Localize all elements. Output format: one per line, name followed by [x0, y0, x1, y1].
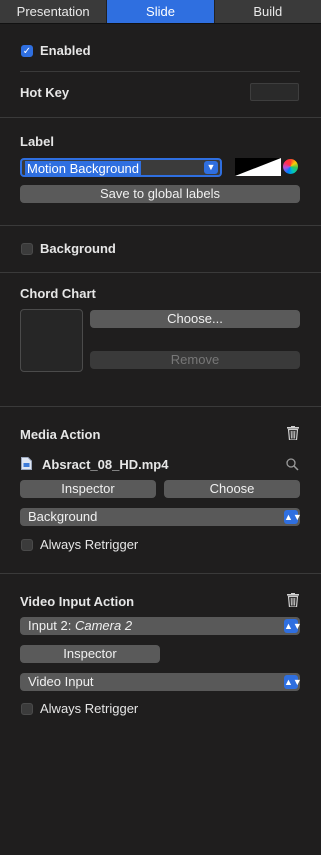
background-label: Background	[40, 241, 116, 256]
video-input-select[interactable]: Input 2: Camera 2 ▲▼	[20, 617, 302, 635]
tab-bar: Presentation Slide Build	[0, 0, 321, 24]
divider	[0, 406, 321, 407]
video-layer-select[interactable]: Video Input ▲▼	[20, 673, 302, 691]
enabled-label: Enabled	[40, 43, 91, 58]
divider	[0, 225, 321, 226]
color-swatch-icon	[235, 158, 281, 176]
media-file-name: Absract_08_HD.mp4	[42, 457, 169, 472]
divider	[0, 117, 321, 118]
chord-chart-choose-button[interactable]: Choose...	[90, 310, 300, 328]
media-always-retrigger-label: Always Retrigger	[40, 537, 139, 552]
chord-chart-title: Chord Chart	[20, 286, 96, 301]
label-combo-input[interactable]: Motion Background ▼	[20, 158, 222, 177]
media-layer-value: Background	[28, 509, 98, 524]
chord-chart-preview	[20, 309, 83, 372]
video-always-retrigger-label: Always Retrigger	[40, 701, 139, 716]
media-layer-select[interactable]: Background ▲▼	[20, 508, 302, 526]
media-always-retrigger-checkbox[interactable]	[21, 539, 33, 551]
updown-chevron-icon: ▲▼	[284, 675, 302, 689]
video-input-prefix: Input 2:	[28, 618, 75, 633]
trash-icon[interactable]	[287, 426, 299, 440]
divider	[0, 573, 321, 574]
label-input-value[interactable]: Motion Background	[25, 161, 142, 176]
document-icon	[21, 457, 32, 470]
tab-slide[interactable]: Slide	[107, 0, 215, 23]
updown-chevron-icon: ▲▼	[284, 619, 302, 633]
video-always-retrigger-checkbox[interactable]	[21, 703, 33, 715]
hotkey-label: Hot Key	[20, 85, 70, 100]
background-checkbox[interactable]	[21, 243, 33, 255]
label-section-title: Label	[20, 134, 54, 149]
video-input-action-title: Video Input Action	[20, 594, 135, 609]
updown-chevron-icon: ▲▼	[284, 510, 302, 524]
label-color-well[interactable]	[235, 158, 281, 176]
tab-presentation[interactable]: Presentation	[0, 0, 108, 23]
enabled-checkbox[interactable]: ✓	[21, 45, 33, 57]
trash-icon[interactable]	[287, 593, 299, 607]
hotkey-field[interactable]	[250, 83, 299, 101]
video-inspector-button[interactable]: Inspector	[20, 645, 160, 663]
media-choose-button[interactable]: Choose	[164, 480, 300, 498]
chord-chart-remove-button[interactable]: Remove	[90, 351, 300, 369]
video-layer-value: Video Input	[28, 674, 94, 689]
chevron-down-icon[interactable]: ▼	[204, 161, 218, 174]
divider	[20, 71, 300, 72]
video-input-camera: Camera 2	[74, 618, 133, 633]
search-icon[interactable]	[286, 458, 299, 471]
media-action-title: Media Action	[20, 427, 101, 442]
save-to-global-labels-button[interactable]: Save to global labels	[20, 185, 300, 203]
tab-build[interactable]: Build	[215, 0, 321, 23]
media-inspector-button[interactable]: Inspector	[20, 480, 156, 498]
color-wheel-icon[interactable]	[283, 159, 298, 174]
divider	[0, 272, 321, 273]
